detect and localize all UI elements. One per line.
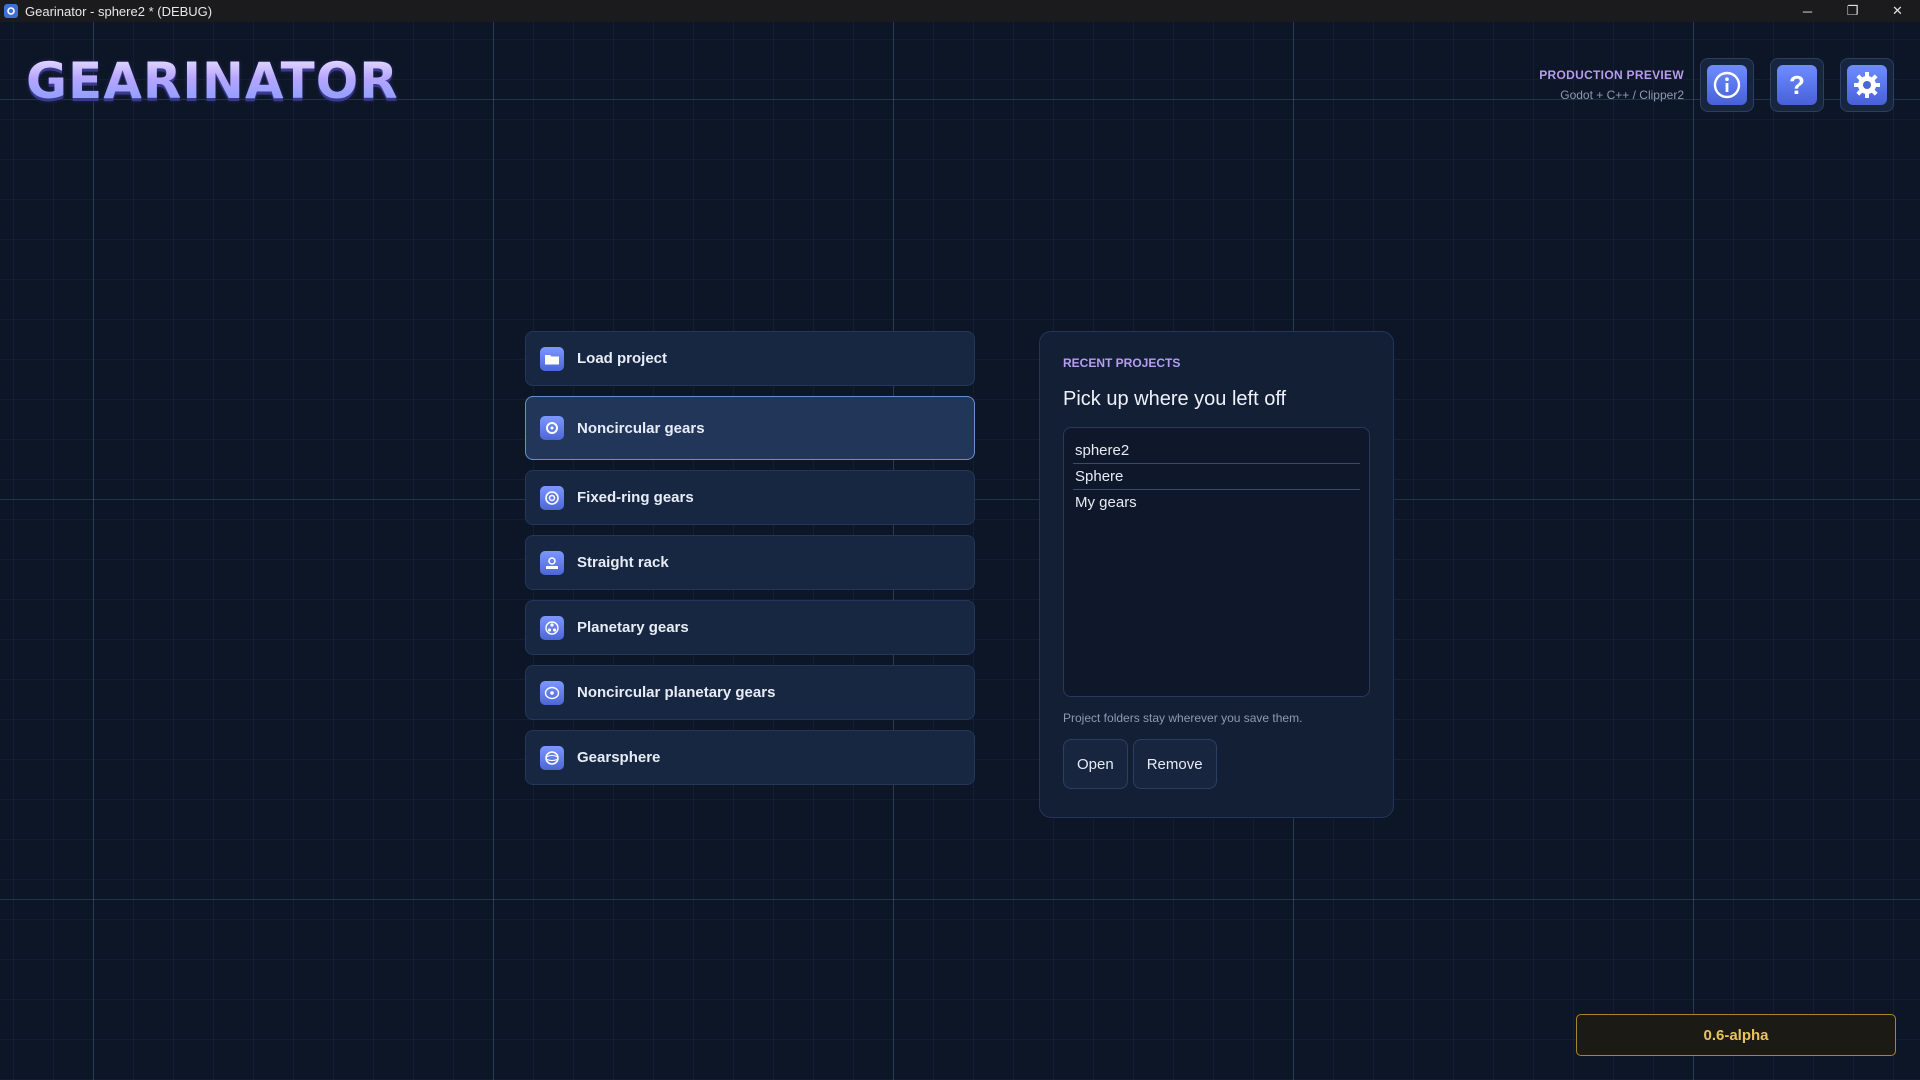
settings-gear-icon (1847, 65, 1887, 105)
settings-button[interactable] (1840, 58, 1894, 112)
close-button[interactable]: ✕ (1875, 0, 1920, 22)
menu-item-load-project[interactable]: Load project (525, 331, 975, 386)
menu-item-label: Gearsphere (577, 749, 661, 766)
window-titlebar: Gearinator - sphere2 * (DEBUG) ─ ❐ ✕ (0, 0, 1920, 22)
menu-item-label: Noncircular gears (577, 419, 705, 437)
window-controls: ─ ❐ ✕ (1785, 0, 1920, 22)
recent-projects-panel: RECENT PROJECTS Pick up where you left o… (1039, 331, 1394, 818)
production-preview-badge: PRODUCTION PREVIEW (1539, 68, 1684, 82)
ring-gear-icon (540, 485, 564, 510)
header-right: PRODUCTION PREVIEW Godot + C++ / Clipper… (1539, 58, 1894, 112)
menu-item-label: Noncircular planetary gears (577, 684, 776, 701)
logo-text: GEARINATOR (26, 52, 399, 110)
open-button[interactable]: Open (1063, 739, 1128, 789)
menu-item-gearsphere[interactable]: Gearsphere (525, 730, 975, 785)
preview-info: PRODUCTION PREVIEW Godot + C++ / Clipper… (1539, 68, 1684, 102)
menu-item-straight-rack[interactable]: Straight rack (525, 535, 975, 590)
menu-item-planetary-gears[interactable]: Planetary gears (525, 600, 975, 655)
recent-projects-actions: Open Remove (1063, 739, 1370, 789)
help-button[interactable]: ? (1770, 58, 1824, 112)
info-button[interactable] (1700, 58, 1754, 112)
list-item[interactable]: My gears (1073, 490, 1360, 516)
menu-item-noncircular-gears[interactable]: Noncircular gears (525, 396, 975, 460)
menu-item-noncircular-planetary-gears[interactable]: Noncircular planetary gears (525, 665, 975, 720)
version-badge: 0.6-alpha (1576, 1014, 1896, 1056)
menu-item-fixed-ring-gears[interactable]: Fixed-ring gears (525, 470, 975, 525)
recent-projects-heading: Pick up where you left off (1063, 388, 1287, 410)
app-gear-icon (4, 4, 18, 18)
menu-item-label: Straight rack (577, 554, 669, 571)
menu-item-label: Planetary gears (577, 619, 689, 636)
noncircular-planetary-icon (540, 680, 564, 705)
menu-item-label: Fixed-ring gears (577, 489, 694, 506)
app-logo: GEARINATOR (26, 48, 399, 114)
folder-icon (540, 346, 564, 371)
menu-item-label: Load project (577, 350, 668, 367)
minimize-button[interactable]: ─ (1785, 0, 1830, 22)
gear-icon (540, 416, 564, 440)
list-item[interactable]: Sphere (1073, 464, 1360, 490)
info-icon (1707, 65, 1747, 105)
main-menu: Load project Noncircular gears Fixed-rin… (525, 331, 975, 785)
recent-projects-list[interactable]: sphere2 Sphere My gears (1063, 427, 1370, 697)
recent-projects-hint: Project folders stay wherever you save t… (1063, 711, 1303, 725)
planetary-icon (540, 615, 564, 640)
rack-icon (540, 550, 564, 575)
tech-stack-label: Godot + C++ / Clipper2 (1560, 88, 1684, 102)
gearsphere-icon (540, 745, 564, 770)
recent-projects-kicker: RECENT PROJECTS (1063, 356, 1181, 370)
list-item[interactable]: sphere2 (1073, 438, 1360, 464)
help-icon: ? (1777, 65, 1817, 105)
window-title: Gearinator - sphere2 * (DEBUG) (25, 3, 213, 19)
remove-button[interactable]: Remove (1132, 739, 1217, 789)
restore-button[interactable]: ❐ (1830, 0, 1875, 22)
